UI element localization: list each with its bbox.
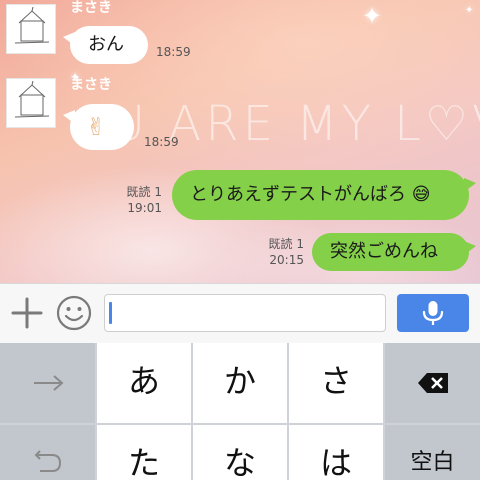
sparkle-icon: ✦ bbox=[362, 2, 383, 30]
text-caret bbox=[109, 302, 112, 324]
kana-key-ka[interactable]: か bbox=[193, 343, 287, 423]
key-label: か bbox=[223, 362, 256, 400]
message-timestamp: 18:59 bbox=[144, 135, 179, 149]
smiley-icon bbox=[56, 295, 92, 331]
victory-hand-emoji: ✌ bbox=[86, 113, 107, 141]
avatar[interactable] bbox=[6, 78, 56, 128]
read-status: 既読 1 bbox=[268, 237, 304, 251]
incoming-message-bubble[interactable]: ✌ bbox=[63, 104, 134, 150]
arrow-right-icon bbox=[34, 375, 64, 391]
message-text-input[interactable] bbox=[104, 294, 386, 332]
message-text: とりあえずテストがんばろ bbox=[190, 184, 406, 205]
kana-key-ha[interactable]: は bbox=[289, 425, 383, 480]
incoming-message-bubble[interactable]: おん bbox=[63, 26, 148, 64]
voice-input-button[interactable] bbox=[397, 294, 469, 332]
emoji-button[interactable] bbox=[56, 295, 92, 331]
outgoing-message-bubble[interactable]: 突然ごめんね bbox=[312, 233, 476, 271]
avatar[interactable] bbox=[6, 4, 56, 54]
undo-icon bbox=[34, 450, 62, 472]
sweat-smile-emoji: 😅 bbox=[411, 184, 431, 205]
kana-key-a[interactable]: あ bbox=[97, 343, 191, 423]
message-timestamp: 20:15 bbox=[269, 253, 304, 267]
chat-message-area[interactable]: ✦ ✦ ✦ U ARE MY L♡VE まさき おん 18:59 bbox=[0, 0, 480, 283]
message-input-bar bbox=[0, 283, 480, 343]
backspace-icon bbox=[418, 373, 448, 393]
read-receipt: 既読 1 19:01 bbox=[112, 184, 162, 216]
plus-icon bbox=[11, 297, 43, 329]
key-label: な bbox=[223, 444, 256, 480]
key-label: は bbox=[319, 444, 352, 480]
microphone-icon bbox=[422, 301, 444, 325]
kana-key-sa[interactable]: さ bbox=[289, 343, 383, 423]
attach-button[interactable] bbox=[10, 296, 44, 330]
message-timestamp: 19:01 bbox=[127, 201, 162, 215]
read-status: 既読 1 bbox=[126, 185, 162, 199]
message-timestamp: 18:59 bbox=[156, 45, 191, 59]
sender-name: まさき bbox=[70, 0, 112, 16]
next-candidate-key[interactable] bbox=[0, 343, 95, 423]
message-text: 突然ごめんね bbox=[330, 241, 438, 262]
sender-name: まさき bbox=[70, 77, 112, 93]
kana-key-na[interactable]: な bbox=[193, 425, 287, 480]
japanese-kana-keyboard: あ か さ た な は 空白 bbox=[0, 343, 480, 480]
delete-key[interactable] bbox=[385, 343, 480, 423]
outgoing-message-bubble[interactable]: とりあえずテストがんばろ 😅 bbox=[172, 170, 476, 220]
line-chat-screen: ✦ ✦ ✦ U ARE MY L♡VE まさき おん 18:59 bbox=[0, 0, 480, 480]
key-label: た bbox=[127, 444, 160, 480]
avatar-sketch-icon bbox=[14, 80, 50, 118]
undo-key[interactable] bbox=[0, 425, 95, 480]
kana-key-ta[interactable]: た bbox=[97, 425, 191, 480]
key-label: あ bbox=[127, 362, 160, 400]
key-label: 空白 bbox=[410, 450, 455, 475]
read-receipt: 既読 1 20:15 bbox=[254, 236, 304, 268]
space-key[interactable]: 空白 bbox=[385, 425, 480, 480]
avatar-sketch-icon bbox=[14, 6, 50, 44]
message-text: おん bbox=[88, 34, 124, 55]
sparkle-icon: ✦ bbox=[465, 5, 474, 16]
key-label: さ bbox=[319, 362, 352, 400]
